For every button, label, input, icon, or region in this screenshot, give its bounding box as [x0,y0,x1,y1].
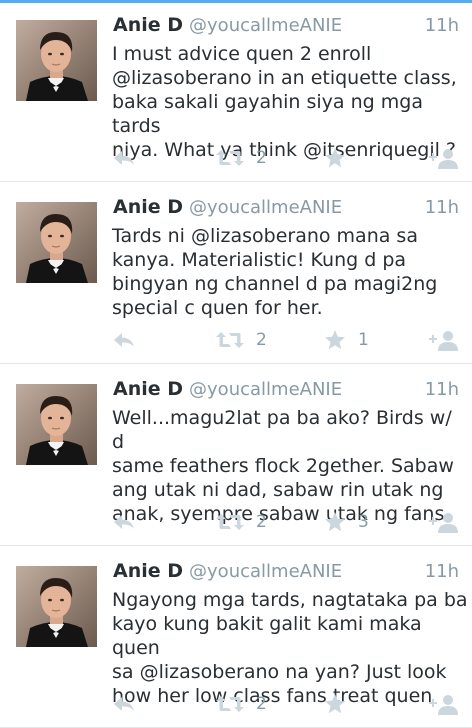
retweet-button[interactable]: 2 [216,143,267,173]
reply-button[interactable] [112,325,136,355]
reply-icon [112,694,136,714]
author-handle[interactable]: @youcallmeANIE [189,561,342,582]
star-icon [324,147,346,169]
tweet-actions: 2 [0,689,472,719]
star-icon [324,693,346,715]
follow-button[interactable] [429,325,459,355]
favorite-count: 3 [358,512,369,532]
retweet-icon [216,148,244,168]
favorite-button[interactable]: 3 [324,507,369,537]
tweet-timestamp: 11h [424,379,459,400]
star-icon [324,329,346,351]
favorite-count: 1 [358,330,369,350]
retweet-count: 2 [256,694,267,714]
tweet-item[interactable]: Anie D @youcallmeANIE 11h Well...magu2lat… [0,364,472,546]
tweet-item[interactable]: Anie D @youcallmeANIE 11h Tards ni @lizas… [0,182,472,364]
author-handle[interactable]: @youcallmeANIE [189,15,342,36]
favorite-button[interactable] [324,143,358,173]
follow-button[interactable] [429,507,459,537]
retweet-icon [216,512,244,532]
follow-user-icon [429,693,459,715]
favorite-button[interactable]: 1 [324,325,369,355]
tweet-timestamp: 11h [424,561,459,582]
tweet-header: Anie D @youcallmeANIE 11h [113,378,459,406]
tweet-timestamp: 11h [424,15,459,36]
tweet-actions: 2 1 [0,325,472,355]
reply-button[interactable] [112,507,136,537]
star-icon [324,511,346,533]
author-handle[interactable]: @youcallmeANIE [189,379,342,400]
tweet-item[interactable]: Anie D @youcallmeANIE 11h I must advice q… [0,0,472,182]
follow-user-icon [429,511,459,533]
avatar[interactable] [16,20,97,101]
retweet-count: 2 [256,148,267,168]
follow-user-icon [429,329,459,351]
author-name[interactable]: Anie D [113,378,183,400]
retweet-count: 2 [256,330,267,350]
favorite-button[interactable] [324,689,358,719]
reply-button[interactable] [112,143,136,173]
tweet-actions: 2 3 [0,507,472,537]
avatar[interactable] [16,384,97,465]
author-handle[interactable]: @youcallmeANIE [189,197,342,218]
tweet-header: Anie D @youcallmeANIE 11h [113,14,459,42]
author-name[interactable]: Anie D [113,560,183,582]
retweet-count: 2 [256,512,267,532]
tweet-item[interactable]: Anie D @youcallmeANIE 11h Ngayong mga tar… [0,546,472,728]
follow-button[interactable] [429,689,459,719]
reply-icon [112,330,136,350]
tweet-header: Anie D @youcallmeANIE 11h [113,560,459,588]
reply-icon [112,148,136,168]
follow-user-icon [429,147,459,169]
retweet-button[interactable]: 2 [216,325,267,355]
tweet-actions: 2 [0,143,472,173]
retweet-button[interactable]: 2 [216,689,267,719]
retweet-icon [216,330,244,350]
tweet-text: Tards ni @lizasoberano mana sa kanya. Ma… [112,225,438,319]
retweet-button[interactable]: 2 [216,507,267,537]
author-name[interactable]: Anie D [113,196,183,218]
avatar[interactable] [16,566,97,647]
follow-button[interactable] [429,143,459,173]
tweet-header: Anie D @youcallmeANIE 11h [113,196,459,224]
reply-icon [112,512,136,532]
tweet-timestamp: 11h [424,197,459,218]
author-name[interactable]: Anie D [113,14,183,36]
avatar[interactable] [16,202,97,283]
retweet-icon [216,694,244,714]
reply-button[interactable] [112,689,136,719]
